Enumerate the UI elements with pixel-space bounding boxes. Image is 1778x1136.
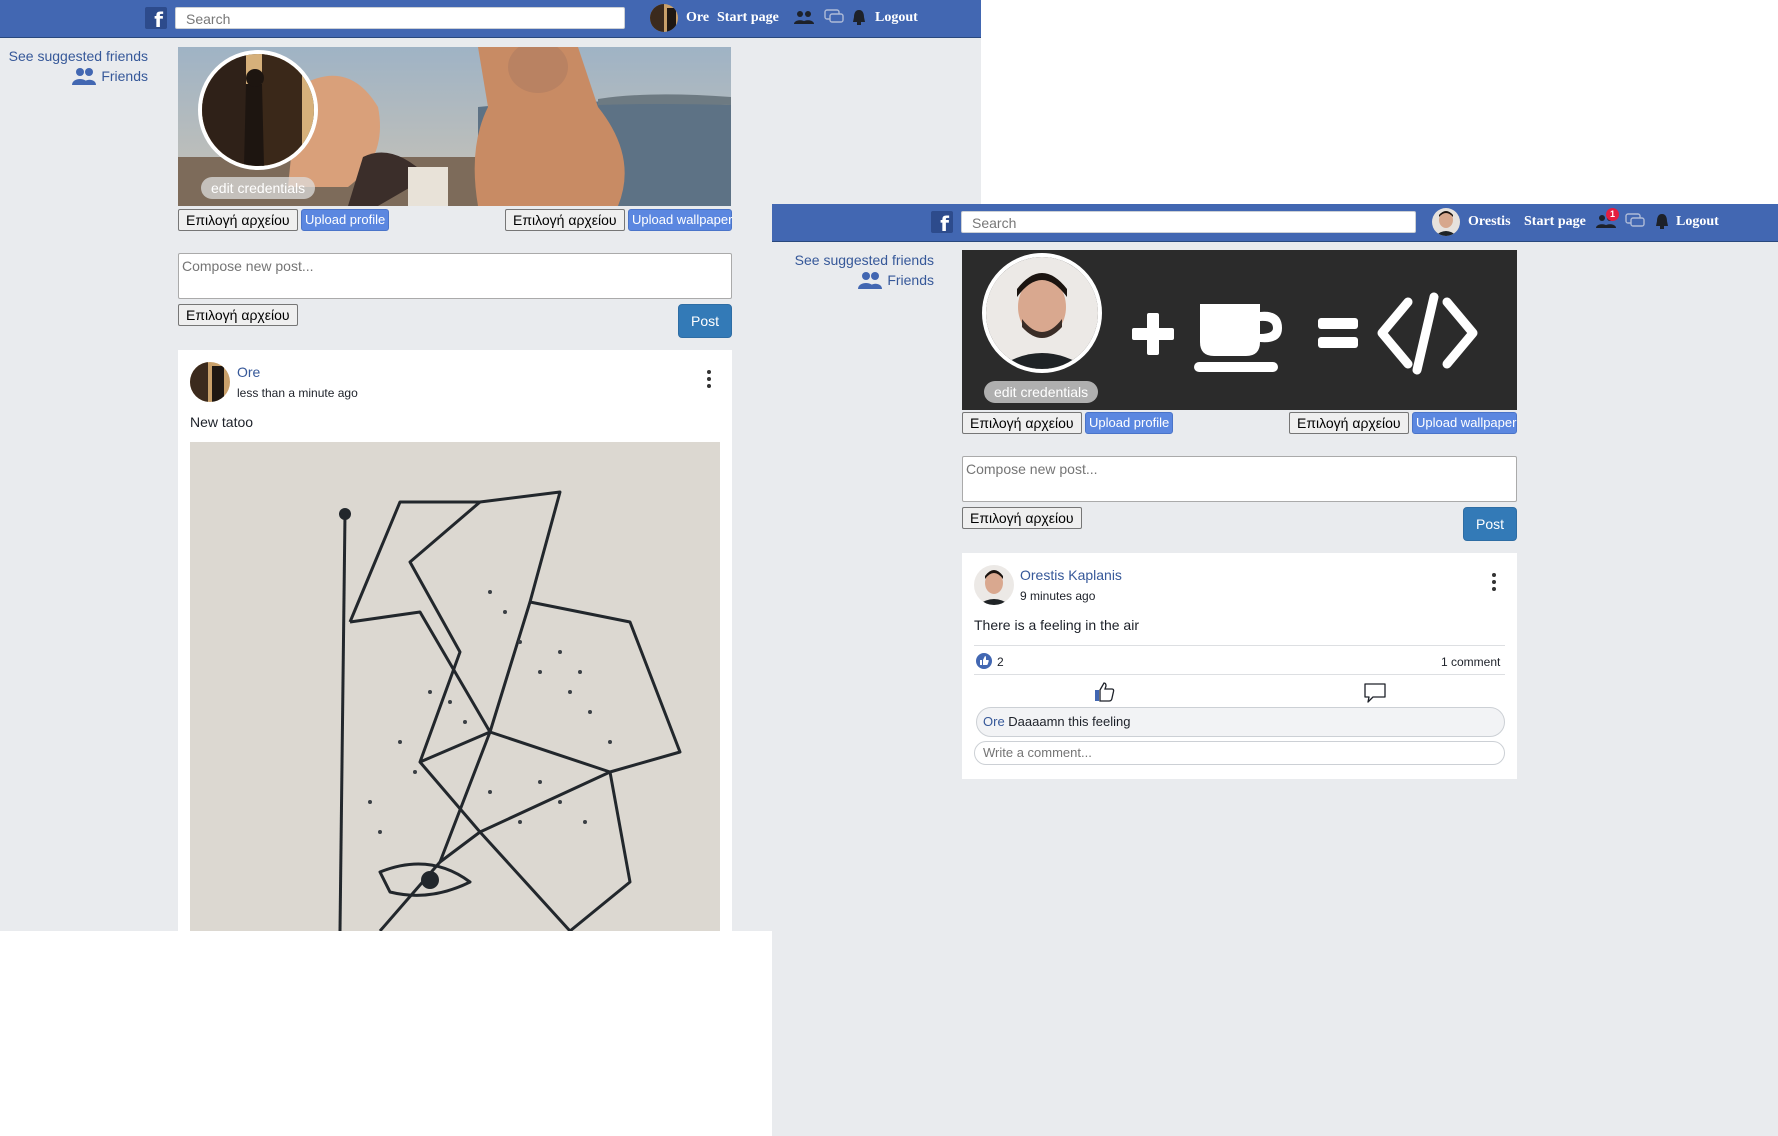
search-input[interactable]: Search [175, 7, 625, 29]
like-reaction-icon[interactable] [976, 653, 992, 669]
post-timestamp: 9 minutes ago [1020, 589, 1096, 603]
post-button[interactable]: Post [678, 304, 732, 338]
choose-profile-file-button[interactable]: Επιλογή αρχείου [962, 412, 1082, 434]
post-image-tattoo[interactable] [190, 442, 720, 931]
friends-label: Friends [101, 68, 148, 84]
post-options-icon[interactable] [706, 370, 712, 392]
post-author-link[interactable]: Orestis Kaplanis [1020, 567, 1122, 583]
divider [974, 645, 1505, 646]
nav-avatar[interactable] [1432, 208, 1460, 236]
upload-profile-button[interactable]: Upload profile [1085, 412, 1174, 434]
comment-item: Ore Daaaamn this feeling [976, 707, 1505, 737]
friends-label: Friends [887, 272, 934, 288]
comment-count[interactable]: 1 comment [1441, 655, 1500, 669]
write-comment-input[interactable]: Write a comment... [974, 741, 1505, 765]
friends-icon [858, 272, 883, 289]
left-sidebar: See suggested friends Friends [0, 46, 148, 86]
like-count[interactable]: 2 [997, 655, 1004, 669]
screenshot-orestis-profile: f Search Orestis Start page 1 Logout See… [772, 204, 1778, 1136]
upload-wallpaper-button[interactable]: Upload wallpaper [628, 209, 732, 231]
notifications-bell-icon[interactable] [1653, 212, 1675, 230]
post-timestamp: less than a minute ago [237, 386, 358, 400]
logout-link[interactable]: Logout [1676, 214, 1719, 230]
logout-link[interactable]: Logout [875, 10, 918, 26]
nav-user-name[interactable]: Ore [686, 10, 709, 26]
facebook-logo-icon[interactable]: f [931, 211, 953, 233]
nav-user-name[interactable]: Orestis [1468, 214, 1511, 230]
divider [974, 674, 1505, 675]
nav-start-page-link[interactable]: Start page [717, 10, 779, 26]
top-navbar: f Search Orestis Start page 1 Logout [772, 204, 1778, 242]
friends-link[interactable]: Friends [0, 66, 148, 86]
choose-wallpaper-file-button[interactable]: Επιλογή αρχείου [505, 209, 625, 231]
profile-picture[interactable] [198, 50, 318, 170]
post-author-link[interactable]: Ore [237, 364, 260, 380]
post-button[interactable]: Post [1463, 507, 1517, 541]
post-card: Ore less than a minute ago New tatoo [178, 350, 732, 931]
comment-author-link[interactable]: Ore [983, 714, 1005, 729]
post-author-avatar[interactable] [190, 362, 230, 402]
messages-icon[interactable] [1624, 212, 1646, 230]
compose-choose-file-button[interactable]: Επιλογή αρχείου [962, 507, 1082, 529]
friends-link[interactable]: Friends [772, 270, 934, 290]
comment-text: Daaaamn this feeling [1008, 714, 1131, 729]
nav-start-page-link[interactable]: Start page [1524, 214, 1586, 230]
friends-icon [72, 68, 97, 85]
notifications-bell-icon[interactable] [850, 8, 872, 26]
edit-credentials-button[interactable]: edit credentials [984, 381, 1099, 403]
profile-picture[interactable] [982, 253, 1102, 373]
messages-icon[interactable] [823, 8, 845, 26]
choose-profile-file-button[interactable]: Επιλογή αρχείου [178, 209, 298, 231]
left-sidebar: See suggested friends Friends [772, 250, 934, 290]
suggested-friends-link[interactable]: See suggested friends [772, 250, 934, 270]
choose-wallpaper-file-button[interactable]: Επιλογή αρχείου [1289, 412, 1409, 434]
facebook-logo-icon[interactable]: f [145, 7, 167, 29]
suggested-friends-link[interactable]: See suggested friends [0, 46, 148, 66]
compose-post-input[interactable]: Compose new post... [962, 456, 1517, 502]
friend-requests-icon[interactable] [793, 8, 815, 26]
upload-profile-button[interactable]: Upload profile [301, 209, 390, 231]
upload-wallpaper-button[interactable]: Upload wallpaper [1412, 412, 1517, 434]
post-author-avatar[interactable] [974, 565, 1014, 605]
post-text: There is a feeling in the air [974, 617, 1139, 633]
edit-credentials-button[interactable]: edit credentials [201, 177, 316, 199]
post-options-icon[interactable] [1491, 573, 1497, 595]
nav-avatar[interactable] [650, 4, 678, 32]
compose-choose-file-button[interactable]: Επιλογή αρχείου [178, 304, 298, 326]
comment-button-speech-icon[interactable] [1363, 682, 1387, 704]
like-button-thumbs-up-icon[interactable] [1092, 680, 1116, 704]
post-text: New tatoo [190, 414, 254, 430]
compose-post-input[interactable]: Compose new post... [178, 253, 732, 299]
search-input[interactable]: Search [961, 211, 1416, 233]
top-navbar: f Search Ore Start page Logout [0, 0, 981, 38]
friend-requests-badge: 1 [1606, 208, 1619, 221]
post-card: Orestis Kaplanis 9 minutes ago There is … [962, 553, 1517, 779]
